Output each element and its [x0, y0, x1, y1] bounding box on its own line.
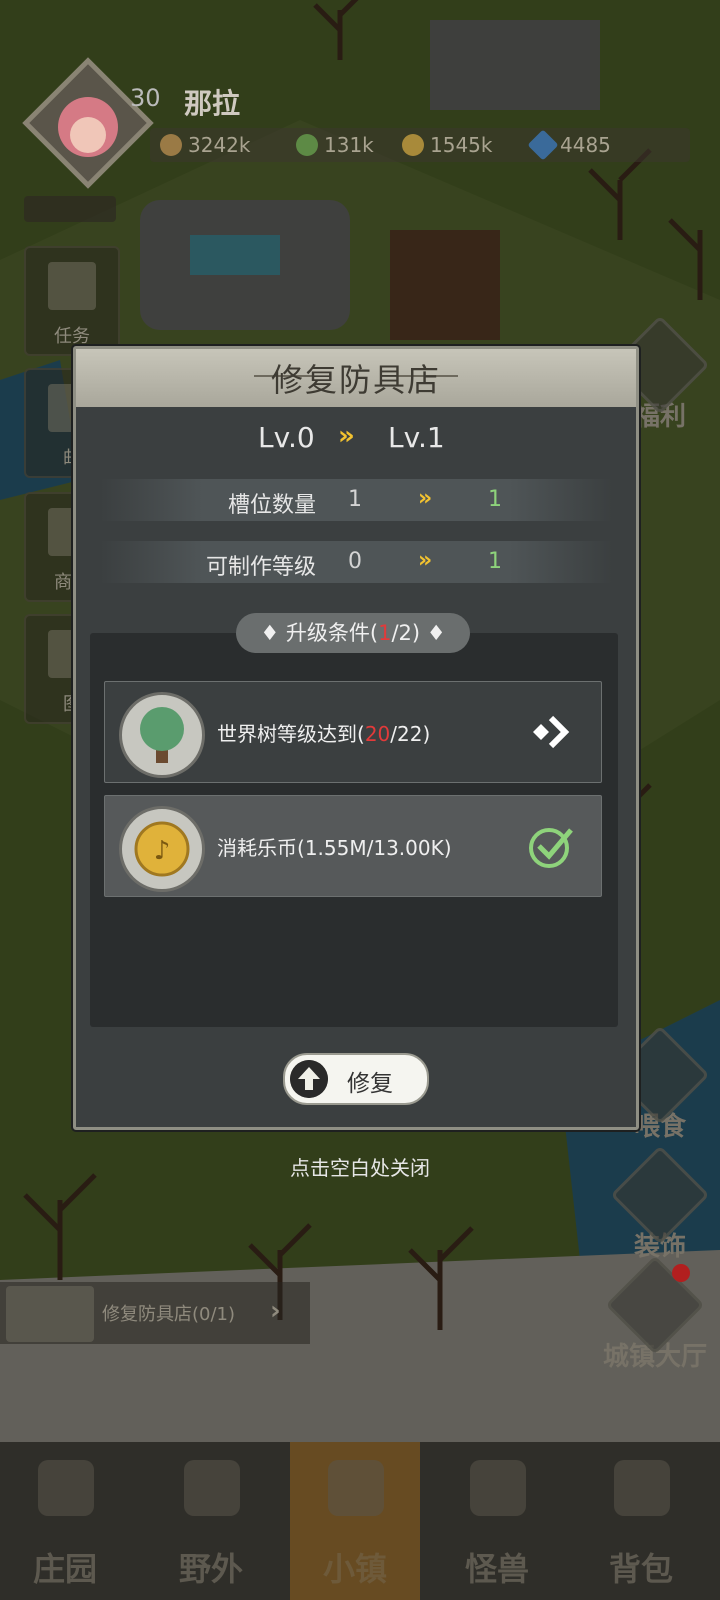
quest-tracker[interactable]: 修复防具店(0/1) › — [0, 1282, 310, 1344]
resource-medal[interactable]: 3242k — [160, 130, 250, 160]
resource-leaf[interactable]: 131k — [296, 130, 374, 160]
leaf-icon — [296, 134, 318, 156]
diamond-icon — [527, 129, 559, 161]
repair-button[interactable]: 修复 — [283, 1053, 429, 1105]
condition-current: 20 — [364, 722, 391, 746]
upgrade-dialog: 修复防具店 Lv.0 » Lv.1 槽位数量 1 » 1 可制作等级 0 » 1… — [73, 346, 639, 1130]
menu-header-strip — [24, 196, 116, 222]
bottom-nav: 庄园 野外 小镇 怪兽 背包 — [0, 1442, 720, 1600]
double-chevron-icon: » — [338, 421, 355, 451]
player-level: 30 — [130, 84, 161, 112]
right-menu-town-hall[interactable]: 城镇大厅 — [590, 1255, 720, 1373]
tree-icon — [119, 692, 205, 778]
house-icon — [328, 1460, 384, 1516]
nav-item-manor[interactable]: 庄园 — [0, 1442, 130, 1600]
resource-diamond[interactable]: 4485 — [527, 129, 611, 161]
stat-from: 1 — [348, 487, 362, 512]
condition-current: 1.55M — [304, 836, 367, 860]
music-coin-icon: ♪ — [119, 806, 205, 892]
condition-music-coin: ♪ 消耗乐币(1.55M/13.00K) — [104, 795, 602, 897]
player-name: 那拉 — [184, 87, 241, 120]
double-chevron-icon: » — [418, 548, 433, 573]
level-from: Lv.0 — [258, 421, 315, 454]
nav-item-monster[interactable]: 怪兽 — [432, 1442, 562, 1600]
level-to: Lv.1 — [388, 421, 445, 454]
manor-icon — [38, 1460, 94, 1516]
player-avatar[interactable] — [20, 55, 156, 191]
condition-required: 22 — [397, 722, 423, 746]
monster-icon — [470, 1460, 526, 1516]
condition-world-tree[interactable]: 世界树等级达到(20/22) — [104, 681, 602, 783]
conditions-done: 1 — [378, 621, 392, 645]
svg-text:♪: ♪ — [154, 836, 171, 866]
stat-name: 槽位数量 — [227, 493, 316, 518]
dialog-header: 修复防具店 — [76, 349, 636, 407]
sidebar-item-tasks[interactable]: 任务 — [24, 246, 120, 356]
coin-icon — [402, 134, 424, 156]
nav-item-backpack[interactable]: 背包 — [576, 1442, 706, 1600]
stat-to: 1 — [488, 549, 502, 574]
check-icon — [529, 828, 573, 868]
quest-book-icon — [6, 1286, 94, 1342]
chevron-right-icon: › — [270, 1296, 281, 1326]
notification-dot — [672, 1264, 690, 1282]
dialog-title: 修复防具店 — [270, 361, 441, 399]
stat-row-craft-level: 可制作等级 0 » 1 — [100, 541, 612, 583]
backpack-icon — [614, 1460, 670, 1516]
stat-name: 可制作等级 — [205, 555, 316, 580]
conditions-label: ♦ 升级条件(1/2) ♦ — [236, 613, 470, 653]
condition-required: 13.00K — [373, 836, 444, 860]
upgrade-arrow-icon — [290, 1060, 328, 1098]
nav-item-wild[interactable]: 野外 — [146, 1442, 276, 1600]
stat-to: 1 — [488, 487, 502, 512]
book-icon — [48, 262, 96, 310]
resource-coin[interactable]: 1545k — [402, 130, 492, 160]
level-change-row: Lv.0 » Lv.1 — [76, 421, 636, 461]
nav-item-town[interactable]: 小镇 — [290, 1442, 420, 1600]
conditions-total: 2 — [398, 621, 412, 645]
medal-icon — [160, 134, 182, 156]
wild-icon — [184, 1460, 240, 1516]
stat-row-slots: 槽位数量 1 » 1 — [100, 479, 612, 521]
stat-from: 0 — [348, 549, 362, 574]
go-arrow-icon[interactable] — [527, 708, 575, 756]
double-chevron-icon: » — [418, 486, 433, 511]
close-hint: 点击空白处关闭 — [290, 1156, 430, 1180]
